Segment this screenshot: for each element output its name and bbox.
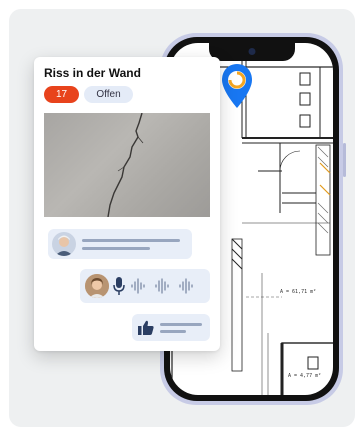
issue-title: Riss in der Wand <box>44 66 141 80</box>
microphone-icon[interactable] <box>113 277 125 295</box>
thumbs-up-icon[interactable] <box>138 320 154 335</box>
phone-side-button <box>343 143 346 177</box>
waveform-icon <box>131 278 193 294</box>
text-line <box>82 247 150 250</box>
avatar <box>85 274 109 298</box>
room-area-label-small: A = 4,77 m² <box>288 373 322 379</box>
camera-icon <box>248 48 255 55</box>
avatar <box>52 232 76 256</box>
crack-photo[interactable] <box>44 113 210 217</box>
location-pin-icon[interactable] <box>220 63 254 109</box>
voice-message-bubble[interactable] <box>80 269 210 303</box>
room-area-label: A = 61,71 m² <box>280 289 317 295</box>
text-line <box>82 239 180 242</box>
text-line <box>160 323 202 326</box>
crack-image <box>107 113 144 217</box>
issue-card[interactable]: Riss in der Wand 17 Offen <box>34 57 220 351</box>
issue-number-badge: 17 <box>44 86 79 103</box>
text-line <box>160 330 186 333</box>
status-badge[interactable]: Offen <box>84 86 133 103</box>
comment-bubble[interactable] <box>48 229 192 259</box>
reaction-bubble[interactable] <box>132 314 210 341</box>
phone-notch <box>208 43 295 61</box>
